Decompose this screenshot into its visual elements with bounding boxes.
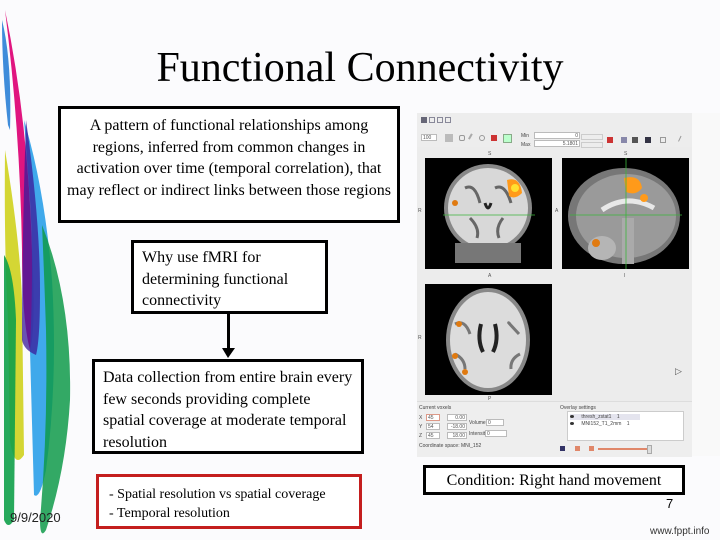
- coord-z-label: Z: [419, 433, 423, 439]
- opacity-slider-handle[interactable]: [647, 445, 652, 454]
- limitations-box: - Spatial resolution vs spatial coverage…: [96, 474, 362, 529]
- overlay-value: 1: [616, 414, 620, 420]
- zoom-field[interactable]: 100: [421, 134, 437, 141]
- visibility-checkbox[interactable]: [575, 446, 580, 451]
- viewer-bottom-panel: Current voxels X 45 0.00 Y 54 -18.00 Z 4…: [417, 401, 692, 457]
- min-slider[interactable]: [581, 134, 603, 140]
- colormap-icon[interactable]: [491, 135, 497, 141]
- coord-y-mm[interactable]: -18.00: [447, 423, 467, 430]
- flow-arrow: [227, 314, 230, 350]
- layout-icon[interactable]: [421, 117, 427, 123]
- viewer-toolbar: 100 Min 0 Max 5.1801: [417, 113, 692, 148]
- grid-icon[interactable]: [429, 117, 435, 123]
- orient-label: S: [624, 151, 628, 157]
- axial-view[interactable]: [425, 284, 552, 395]
- cursor-icon[interactable]: [445, 134, 453, 142]
- definition-box: A pattern of functional relationships am…: [58, 106, 400, 223]
- info-icon[interactable]: [560, 446, 565, 451]
- orient-label: R: [418, 335, 422, 341]
- min-field[interactable]: 0: [534, 132, 580, 139]
- min-label: Min: [521, 133, 530, 139]
- coordinate-space-label: Coordinate space: MNI_152: [419, 443, 482, 449]
- why-fmri-text: Why use fMRI for determining functional …: [142, 249, 289, 309]
- timeseries-icon[interactable]: [645, 137, 651, 143]
- flow-arrow-head: [222, 348, 235, 358]
- atlas-icon[interactable]: [632, 137, 638, 143]
- why-fmri-box: Why use fMRI for determining functional …: [131, 240, 328, 314]
- overlay-list: thresh_zstat1 1 MNI152_T1_2mm 1: [567, 411, 684, 441]
- max-label: Max: [521, 142, 531, 148]
- overlay-name: MNI152_T1_2mm: [581, 421, 622, 427]
- overlay-item[interactable]: MNI152_T1_2mm 1: [570, 421, 650, 427]
- orient-label: R: [418, 208, 422, 214]
- zoom-tool-icon[interactable]: [479, 135, 485, 141]
- orient-label: A: [555, 208, 559, 214]
- coord-x-mm[interactable]: 0.00: [447, 414, 467, 421]
- info-icon[interactable]: [621, 137, 627, 143]
- current-voxels-label: Current voxels: [419, 405, 452, 411]
- slide-date: 9/9/2020: [10, 510, 61, 525]
- limitation-item: - Temporal resolution: [109, 506, 230, 521]
- condition-label: Condition: Right hand movement: [446, 472, 662, 489]
- max-slider[interactable]: [581, 142, 603, 148]
- overlay-value: 1: [626, 421, 630, 427]
- condition-label-box: Condition: Right hand movement: [423, 465, 685, 495]
- pen-icon[interactable]: [678, 135, 687, 145]
- sagittal-view[interactable]: [562, 158, 689, 269]
- volume-field[interactable]: 0: [486, 419, 504, 426]
- grid-icon[interactable]: [445, 117, 451, 123]
- coord-y-voxel[interactable]: 54: [426, 423, 440, 430]
- coord-x-voxel[interactable]: 45: [426, 414, 440, 421]
- orient-label: S: [488, 151, 492, 157]
- opacity-slider[interactable]: [598, 448, 648, 450]
- page-number: 7: [666, 496, 674, 511]
- overlay-name: thresh_zstat1: [581, 414, 612, 420]
- lock-checkbox[interactable]: [589, 446, 594, 451]
- eye-icon[interactable]: [570, 415, 574, 418]
- mouse-cursor-icon: ▷: [675, 366, 682, 376]
- orient-label: I: [624, 273, 626, 279]
- coord-x-label: X: [419, 415, 423, 421]
- pencil-icon[interactable]: [468, 133, 478, 143]
- colormap-icon[interactable]: [607, 137, 613, 143]
- coronal-view[interactable]: [425, 158, 552, 269]
- coord-z-mm[interactable]: 18.00: [447, 432, 467, 439]
- viewer-side-strip: [692, 113, 720, 456]
- intensity-field: 0: [485, 430, 507, 437]
- coord-y-label: Y: [419, 424, 423, 430]
- orient-label: A: [488, 273, 492, 279]
- data-collection-text: Data collection from entire brain every …: [103, 369, 353, 451]
- crosshair-icon[interactable]: [503, 134, 512, 143]
- footer-site: www.fppt.info: [650, 526, 710, 537]
- coord-z-voxel[interactable]: 45: [426, 432, 440, 439]
- fsl-viewer: 100 Min 0 Max 5.1801 S R A S A I R P ▷ C…: [417, 113, 692, 457]
- eye-icon[interactable]: [570, 422, 574, 425]
- overlay-item[interactable]: thresh_zstat1 1: [570, 414, 640, 420]
- checkbox-icon[interactable]: [660, 137, 666, 143]
- max-field[interactable]: 5.1801: [534, 140, 580, 147]
- limitation-item: - Spatial resolution vs spatial coverage: [109, 487, 326, 502]
- volume-label: Volume: [469, 420, 486, 426]
- grid-icon[interactable]: [437, 117, 443, 123]
- definition-text: A pattern of functional relationships am…: [67, 117, 391, 199]
- hand-icon[interactable]: [459, 135, 465, 141]
- data-collection-box: Data collection from entire brain every …: [92, 359, 364, 454]
- slide-title: Functional Connectivity: [156, 45, 564, 91]
